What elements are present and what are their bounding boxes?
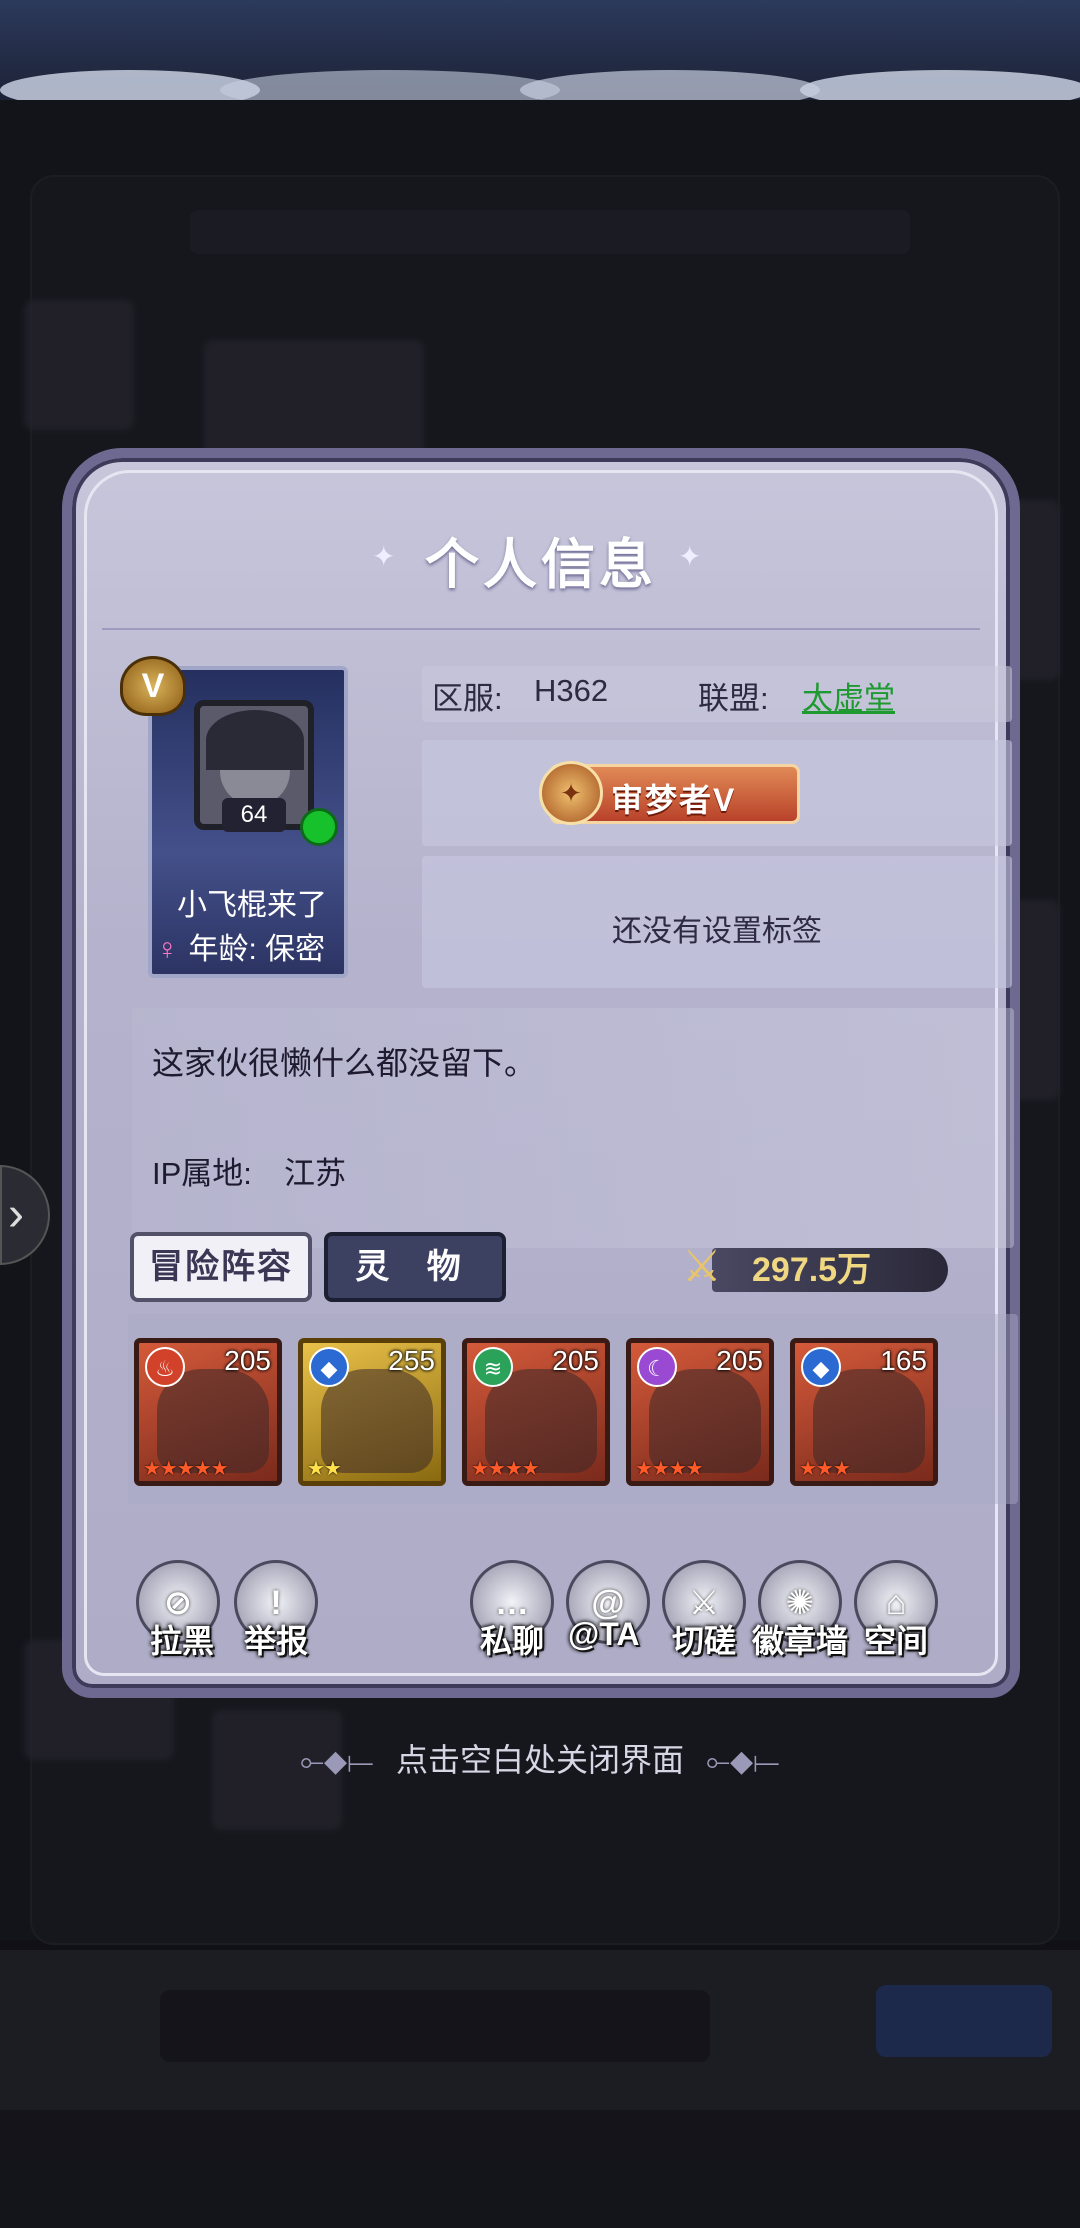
fire-icon: ♨ [145, 1347, 185, 1387]
sword-power-icon: ⚔ [682, 1242, 722, 1291]
player-level: 64 [222, 798, 286, 832]
wind-icon: ≋ [473, 1347, 513, 1387]
hero-stars: ★★ [307, 1458, 342, 1480]
player-age: ♀ 年龄: 保密 [156, 933, 326, 966]
tab-adventure-lineup[interactable]: 冒险阵容 [130, 1232, 312, 1302]
player-name: 小飞棍来了 [177, 889, 327, 922]
power-value: 297.5万 [752, 1251, 872, 1289]
hero-stars: ★★★ [799, 1458, 851, 1480]
hero-level: 255 [388, 1345, 435, 1376]
mention-label: @TA [568, 1616, 640, 1652]
ip-label: IP属地: [152, 1156, 252, 1191]
vip-badge: V [120, 656, 186, 716]
badge-wall-label: 徽章墙 [752, 1623, 849, 1659]
hero-card[interactable]: ☾ 205 ★★★★ [626, 1338, 774, 1486]
female-icon: ♀ [156, 933, 179, 966]
hero-stars: ★★★★★ [143, 1458, 229, 1480]
ip-value: 江苏 [284, 1156, 346, 1191]
report-label: 举报 [244, 1623, 309, 1659]
sparkle-icon: ✦ [678, 541, 702, 572]
chevron-right-icon: › [8, 1188, 24, 1241]
title-emblem-icon: ✦ [539, 761, 603, 825]
profile-dialog: ✦ 个人信息 ✦ 64 V 小飞棍来了 ♀ 年龄: 保密 区服: H362 联盟:… [62, 448, 1020, 1698]
private-chat-label: 私聊 [480, 1623, 545, 1659]
space-label: 空间 [864, 1623, 929, 1659]
duel-label: 切磋 [672, 1623, 737, 1659]
online-status-icon [300, 808, 338, 846]
block-label: 拉黑 [150, 1623, 215, 1659]
hero-card[interactable]: ◆ 165 ★★★ [790, 1338, 938, 1486]
alliance-label: 联盟: [698, 681, 769, 716]
tab-spirit[interactable]: 灵 物 [324, 1232, 506, 1302]
hero-level: 205 [716, 1345, 763, 1376]
hero-level: 205 [224, 1345, 271, 1376]
hero-card[interactable]: ◆ 255 ★★ [298, 1338, 446, 1486]
hero-card[interactable]: ≋ 205 ★★★★ [462, 1338, 610, 1486]
hint-ornament-right-icon: ⟜◆⟝ [706, 1745, 780, 1778]
hero-card[interactable]: ♨ 205 ★★★★★ [134, 1338, 282, 1486]
server-value: H362 [534, 673, 609, 708]
title-divider [102, 628, 980, 630]
close-hint[interactable]: 点击空白处关闭界面 [0, 1735, 1080, 1781]
alliance-link[interactable]: 太虚堂 [802, 673, 895, 718]
title-badge[interactable]: ✦ 审梦者V [539, 761, 800, 825]
water-icon: ◆ [309, 1347, 349, 1387]
hero-level: 205 [552, 1345, 599, 1376]
hero-stars: ★★★★ [471, 1458, 540, 1480]
tag-text: 还没有设置标签 [612, 915, 822, 948]
dialog-title: 个人信息 [425, 535, 657, 595]
server-label: 区服: [432, 681, 503, 716]
water-icon: ◆ [801, 1347, 841, 1387]
moon-icon: ☾ [637, 1347, 677, 1387]
bio-text: 这家伙很懒什么都没留下。 [152, 1045, 537, 1081]
hero-level: 165 [880, 1345, 927, 1376]
hero-stars: ★★★★ [635, 1458, 704, 1480]
top-decor-strip [0, 0, 1080, 110]
